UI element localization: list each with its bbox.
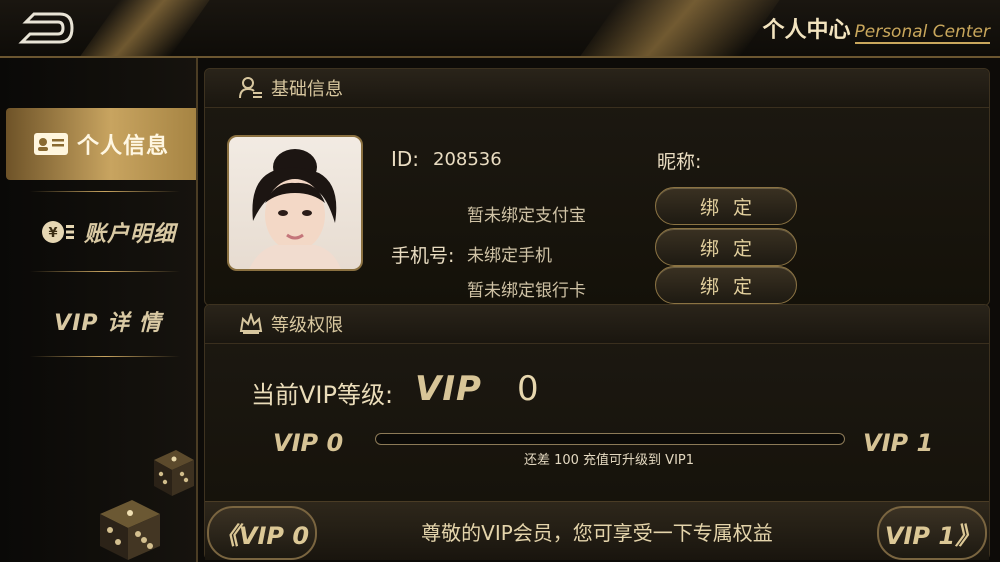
vip-progress-text: 还差 100 充值可升级到 VIP1 — [523, 453, 695, 468]
sidebar-item-account-details[interactable]: ¥ 账户明细 — [20, 196, 196, 268]
vip-level-header: 等级权限 — [205, 305, 989, 344]
page-title: 个人中心 Personal Center — [762, 12, 990, 46]
sidebar-item-label: 账户明细 — [83, 222, 176, 247]
header-light-streak — [80, 0, 210, 56]
phone-status: 未绑定手机 — [467, 246, 552, 266]
nickname-label: 昵称: — [657, 151, 702, 173]
basic-info-title: 基础信息 — [271, 79, 343, 100]
bind-phone-button[interactable]: 绑定 — [655, 228, 797, 266]
sidebar-item-label: 个人信息 — [76, 134, 169, 159]
sidebar-item-personal-info[interactable]: 个人信息 — [6, 108, 196, 180]
dice-icon — [100, 500, 160, 560]
avatar-portrait-icon — [249, 149, 341, 269]
bind-alipay-button[interactable]: 绑定 — [655, 187, 797, 225]
id-card-icon — [33, 133, 68, 155]
bind-bankcard-button[interactable]: 绑定 — [655, 266, 797, 304]
yen-coin-icon: ¥ — [41, 221, 74, 243]
id-value: 208536 — [433, 149, 502, 170]
next-level-marker: VIP 1 — [863, 429, 934, 457]
sidebar-item-vip-details[interactable]: VIP 详 情 — [20, 285, 196, 357]
basic-info-panel: 基础信息 ID: 208536 昵称: 暂未绑定支付宝 手机号: 未绑定手机 暂… — [204, 68, 990, 306]
bankcard-status: 暂未绑定银行卡 — [467, 281, 586, 301]
vip-level-title: 等级权限 — [271, 315, 343, 336]
vip-benefit-text: 尊敬的VIP会员，您可享受一下专属权益 — [421, 520, 773, 545]
page-title-en: Personal Center — [854, 22, 990, 44]
vip-level-panel: 等级权限 当前VIP等级: VIP 0 VIP 0 VIP 1 还差 100 充… — [204, 304, 990, 560]
current-level-marker: VIP 0 — [273, 429, 344, 457]
alipay-status: 暂未绑定支付宝 — [467, 206, 586, 226]
current-vip-text: VIP — [415, 369, 482, 409]
top-header: 个人中心 Personal Center — [0, 0, 1000, 58]
back-arrow-icon — [18, 12, 74, 44]
sidebar-divider — [30, 356, 180, 357]
sidebar-divider — [30, 191, 180, 192]
header-light-streak — [580, 0, 780, 56]
svg-text:¥: ¥ — [48, 226, 57, 241]
dice-icon — [154, 450, 194, 496]
next-vip-button[interactable]: VIP 1》 — [877, 506, 987, 560]
vip-progress-bar — [375, 433, 845, 445]
basic-info-header: 基础信息 — [205, 69, 989, 108]
page-title-cn: 个人中心 — [762, 18, 851, 43]
id-label: ID: — [391, 147, 420, 171]
crown-icon — [239, 313, 263, 334]
sidebar: 个人信息 ¥ 账户明细 VIP 详 情 — [0, 58, 198, 562]
avatar — [227, 135, 363, 271]
sidebar-item-label: VIP 详 情 — [54, 311, 162, 336]
current-vip-level: 0 — [517, 369, 539, 409]
phone-label: 手机号: — [391, 245, 455, 267]
sidebar-divider — [30, 271, 180, 272]
current-vip-label: 当前VIP等级: — [251, 381, 394, 409]
prev-vip-button[interactable]: 《VIP 0 — [207, 506, 317, 560]
user-profile-icon — [239, 77, 262, 99]
back-button[interactable] — [14, 8, 78, 48]
vip-benefit-bar: 《VIP 0 尊敬的VIP会员，您可享受一下专属权益 VIP 1》 — [205, 501, 989, 560]
